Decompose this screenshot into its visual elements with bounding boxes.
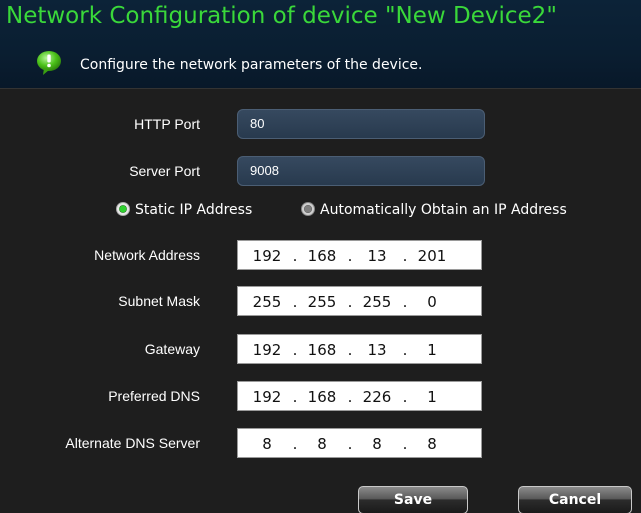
ip-separator: . — [347, 293, 353, 311]
ip-octet-2[interactable]: 8 — [303, 435, 341, 453]
ip-separator: . — [292, 388, 298, 406]
ip-octet-2[interactable]: 168 — [303, 341, 341, 359]
ip-octet-4[interactable]: 1 — [413, 388, 451, 406]
network-address-field[interactable]: 192 . 168 . 13 . 201 — [237, 240, 482, 270]
ip-octet-1[interactable]: 8 — [248, 435, 286, 453]
alternate-dns-field[interactable]: 8 . 8 . 8 . 8 — [237, 428, 482, 458]
ip-separator: . — [292, 435, 298, 453]
ip-octet-3[interactable]: 255 — [358, 293, 396, 311]
network-address-label: Network Address — [94, 247, 200, 263]
ip-separator: . — [402, 388, 408, 406]
ip-separator: . — [402, 293, 408, 311]
network-config-dialog: Network Configuration of device "New Dev… — [0, 0, 641, 513]
ip-octet-1[interactable]: 192 — [248, 388, 286, 406]
http-port-input[interactable]: 80 — [237, 109, 485, 139]
subnet-mask-label: Subnet Mask — [118, 293, 200, 309]
ip-octet-3[interactable]: 226 — [358, 388, 396, 406]
auto-ip-radio[interactable]: Automatically Obtain an IP Address — [301, 202, 567, 218]
ip-octet-3[interactable]: 13 — [358, 341, 396, 359]
ip-octet-2[interactable]: 255 — [303, 293, 341, 311]
ip-separator: . — [292, 341, 298, 359]
alternate-dns-label: Alternate DNS Server — [65, 435, 200, 451]
auto-ip-label: Automatically Obtain an IP Address — [320, 202, 567, 218]
save-button[interactable]: Save — [358, 486, 468, 513]
ip-separator: . — [292, 293, 298, 311]
dialog-body: HTTP Port 80 Server Port 9008 Static IP … — [0, 88, 641, 513]
ip-octet-4[interactable]: 0 — [413, 293, 451, 311]
ip-octet-3[interactable]: 13 — [358, 247, 396, 265]
ip-octet-4[interactable]: 1 — [413, 341, 451, 359]
gateway-label: Gateway — [144, 341, 200, 357]
cancel-button[interactable]: Cancel — [518, 486, 632, 513]
dialog-header: Network Configuration of device "New Dev… — [0, 0, 641, 88]
speech-bubble-info-icon — [37, 51, 61, 75]
server-port-input[interactable]: 9008 — [237, 156, 485, 186]
ip-octet-4[interactable]: 201 — [413, 247, 451, 265]
static-ip-radio[interactable]: Static IP Address — [116, 202, 252, 218]
ip-separator: . — [402, 341, 408, 359]
ip-octet-2[interactable]: 168 — [303, 388, 341, 406]
ip-separator: . — [402, 247, 408, 265]
ip-separator: . — [402, 435, 408, 453]
dialog-subtitle: Configure the network parameters of the … — [80, 57, 423, 73]
ip-separator: . — [347, 247, 353, 265]
preferred-dns-field[interactable]: 192 . 168 . 226 . 1 — [237, 381, 482, 411]
ip-octet-1[interactable]: 192 — [248, 341, 286, 359]
ip-separator: . — [292, 247, 298, 265]
radio-selected-icon — [116, 202, 130, 216]
dialog-title: Network Configuration of device "New Dev… — [6, 3, 557, 29]
server-port-label: Server Port — [129, 163, 200, 179]
ip-separator: . — [347, 388, 353, 406]
static-ip-label: Static IP Address — [135, 202, 253, 218]
ip-octet-4[interactable]: 8 — [413, 435, 451, 453]
radio-unselected-icon — [301, 202, 315, 216]
ip-octet-3[interactable]: 8 — [358, 435, 396, 453]
http-port-label: HTTP Port — [134, 116, 200, 132]
ip-separator: . — [347, 435, 353, 453]
ip-octet-1[interactable]: 255 — [248, 293, 286, 311]
ip-separator: . — [347, 341, 353, 359]
preferred-dns-label: Preferred DNS — [108, 388, 200, 404]
ip-octet-2[interactable]: 168 — [303, 247, 341, 265]
ip-octet-1[interactable]: 192 — [248, 247, 286, 265]
subnet-mask-field[interactable]: 255 . 255 . 255 . 0 — [237, 286, 482, 316]
gateway-field[interactable]: 192 . 168 . 13 . 1 — [237, 334, 482, 364]
